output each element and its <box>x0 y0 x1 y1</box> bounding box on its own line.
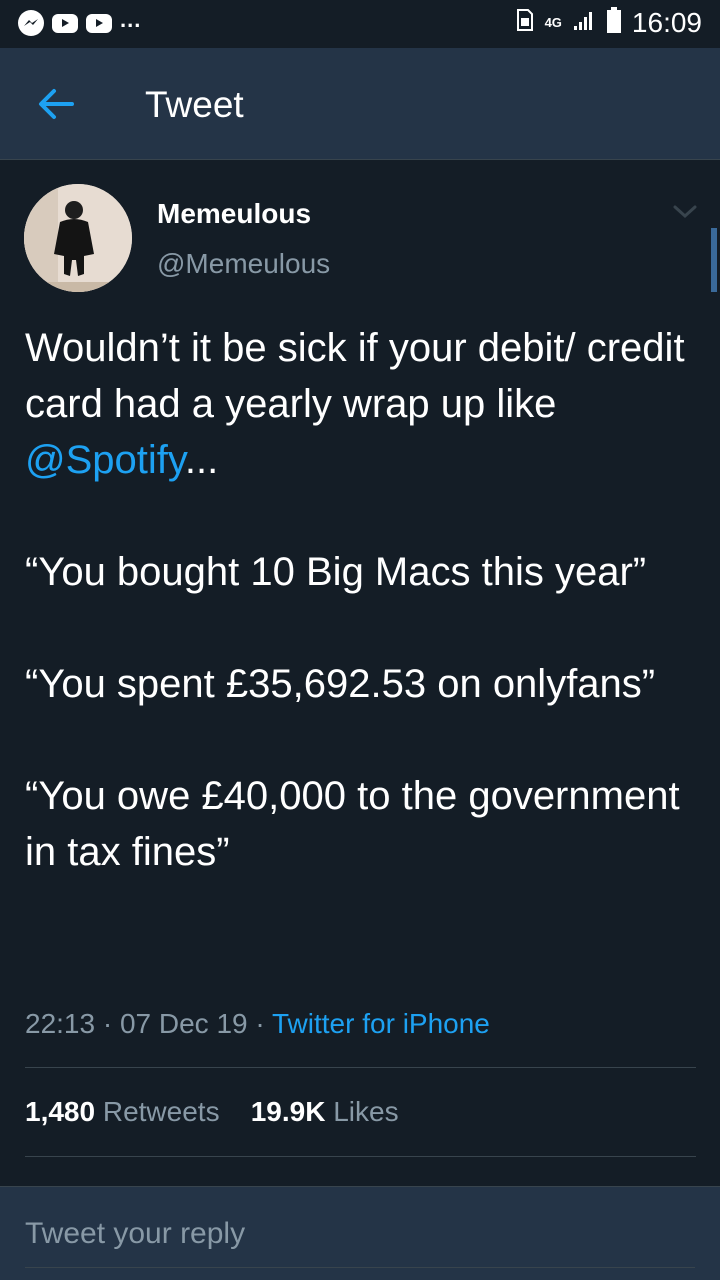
tweet-text-segment: Wouldn’t it be sick if your debit/ credi… <box>25 326 685 426</box>
author-name[interactable]: Memeulous <box>157 198 311 230</box>
tweet-paragraph: Wouldn’t it be sick if your debit/ credi… <box>25 320 695 488</box>
retweets-stat[interactable]: 1,480 Retweets <box>25 1096 220 1127</box>
reply-bar: Tweet your reply <box>0 1186 720 1280</box>
mention-link[interactable]: @Spotify <box>25 438 185 482</box>
tweet-paragraph: “You owe £40,000 to the government in ta… <box>25 774 680 874</box>
chevron-down-icon <box>673 205 697 219</box>
battery-icon <box>606 6 622 39</box>
tweet-text: Wouldn’t it be sick if your debit/ credi… <box>25 320 695 880</box>
tweet-text-segment: ... <box>184 438 219 482</box>
tweet-paragraph: “You spent £35,692.53 on onlyfans” <box>25 662 656 706</box>
system-icons: 4G 16:09 <box>515 6 702 39</box>
retweets-label: Retweets <box>102 1096 220 1127</box>
app-bar: Tweet <box>0 48 720 160</box>
likes-label: Likes <box>333 1096 399 1127</box>
author-handle[interactable]: @Memeulous <box>157 248 330 280</box>
more-notifications-icon: ... <box>120 7 142 32</box>
likes-count: 19.9K <box>250 1096 326 1127</box>
retweets-count: 1,480 <box>25 1096 96 1127</box>
divider <box>25 1156 696 1157</box>
tweet-detail: Memeulous @Memeulous Wouldn’t it be sick… <box>0 160 720 1186</box>
messenger-icon <box>18 10 44 36</box>
reply-underline <box>25 1267 695 1268</box>
arrow-left-icon <box>39 89 74 119</box>
reply-input[interactable]: Tweet your reply <box>25 1217 245 1251</box>
back-button[interactable] <box>30 84 82 124</box>
sim-icon <box>515 7 535 38</box>
tweet-paragraph: “You bought 10 Big Macs this year” <box>25 550 647 594</box>
likes-stat[interactable]: 19.9K Likes <box>251 1096 399 1127</box>
avatar[interactable] <box>24 184 132 292</box>
signal-icon <box>572 8 596 37</box>
youtube-icon <box>86 13 112 33</box>
tweet-source-link[interactable]: Twitter for iPhone <box>272 1008 490 1039</box>
scrollbar[interactable] <box>711 228 717 292</box>
youtube-icon <box>52 13 78 33</box>
tweet-date: 07 Dec 19 <box>119 1008 248 1039</box>
tweet-menu-button[interactable] <box>670 200 700 222</box>
tweet-time: 22:13 <box>25 1008 96 1039</box>
page-title: Tweet <box>145 84 244 125</box>
clock: 16:09 <box>631 6 702 38</box>
status-bar: ... 4G 16:09 <box>0 0 720 48</box>
divider <box>25 1067 696 1068</box>
notification-icons: ... <box>18 7 142 36</box>
separator: · <box>255 1008 265 1039</box>
separator: · <box>102 1008 113 1039</box>
tweet-stats: 1,480 Retweets 19.9K Likes <box>25 1096 399 1128</box>
network-type: 4G <box>544 14 562 30</box>
tweet-metadata: 22:13 · 07 Dec 19 · Twitter for iPhone <box>25 1008 490 1040</box>
